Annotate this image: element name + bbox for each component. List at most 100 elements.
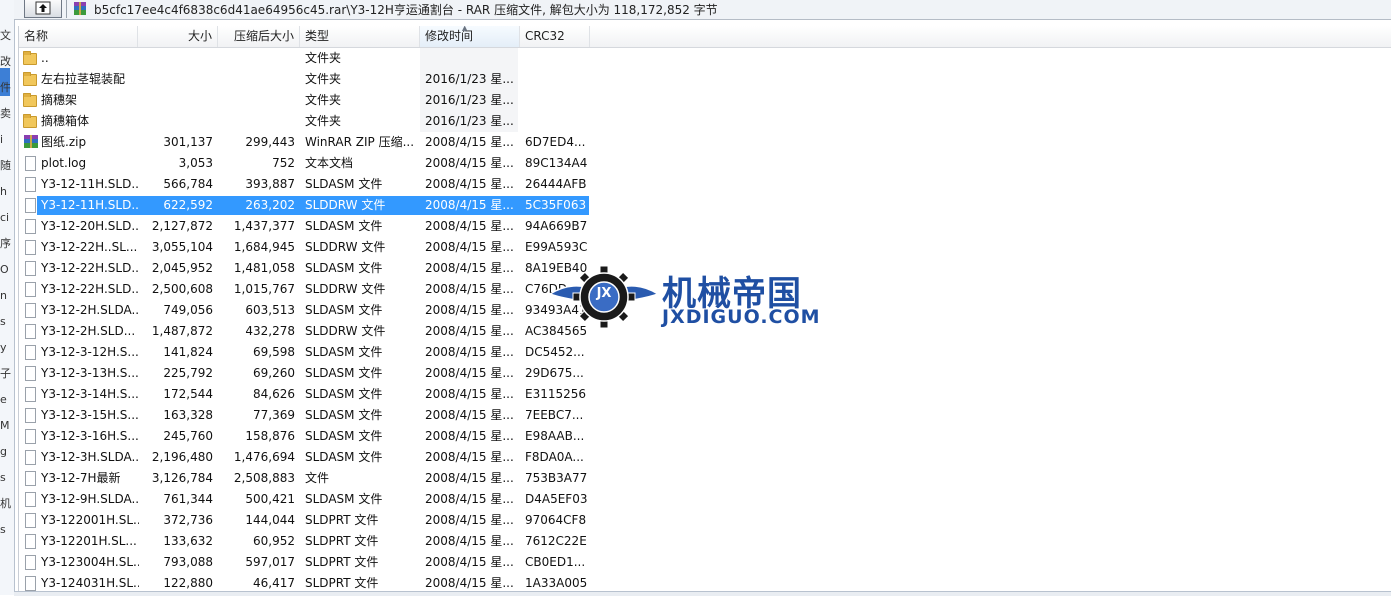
file-size: 749,056 xyxy=(163,303,213,317)
crc32: 26444AFB xyxy=(525,177,587,191)
file-name-cell[interactable]: Y3-122001H.SL... xyxy=(23,510,139,531)
file-row[interactable]: Y3-12-3-14H.S... 172,544 84,626 SLDASM 文件 20… xyxy=(19,384,1391,405)
crc32: CB0ED1... xyxy=(525,555,586,569)
file-row[interactable]: Y3-12-3H.SLDA... 2,196,480 1,476,694 SLDASM… xyxy=(19,447,1391,468)
file-type: SLDASM 文件 xyxy=(305,450,383,464)
modified-time: 2008/4/15 星... xyxy=(425,177,514,191)
file-name-cell[interactable]: Y3-123004H.SL... xyxy=(23,552,139,573)
column-header-name[interactable]: 名称 xyxy=(19,26,138,47)
file-type: SLDASM 文件 xyxy=(305,429,383,443)
file-name: Y3-12-3H.SLDA... xyxy=(41,450,139,464)
file-size: 2,500,608 xyxy=(151,282,213,296)
document-icon xyxy=(25,198,36,213)
document-icon xyxy=(25,450,36,465)
file-name-cell[interactable]: Y3-12-3-15H.S... xyxy=(23,405,139,426)
path-bar: b5cfc17ee4c4f6838c6d41ae64956c45.rar\Y3-… xyxy=(14,0,1391,20)
folder-row[interactable]: 左右拉茎辊装配 文件夹 2016/1/23 星... xyxy=(19,69,1391,90)
column-header-crc32[interactable]: CRC32 xyxy=(520,26,590,47)
crc32 xyxy=(525,111,589,132)
file-row[interactable]: 图纸.zip 301,137 299,443 WinRAR ZIP 压缩... 2008… xyxy=(19,132,1391,153)
file-name-cell[interactable]: Y3-12-7H最新 xyxy=(23,468,139,489)
file-size: 2,127,872 xyxy=(151,219,213,233)
file-name-cell[interactable]: 左右拉茎辊装配 xyxy=(23,69,139,90)
file-row[interactable]: Y3-12-20H.SLD... 2,127,872 1,437,377 SLDASM… xyxy=(19,216,1391,237)
document-icon xyxy=(25,156,36,171)
up-one-level-button[interactable] xyxy=(24,0,62,18)
file-size: 566,784 xyxy=(163,177,213,191)
file-size: 1,487,872 xyxy=(151,324,213,338)
file-type: SLDASM 文件 xyxy=(305,303,383,317)
rar-archive-icon xyxy=(74,2,86,15)
modified-time: 2016/1/23 星... xyxy=(425,93,514,107)
packed-size xyxy=(215,48,295,69)
file-row[interactable]: Y3-122001H.SL... 372,736 144,044 SLDPRT 文件 2… xyxy=(19,510,1391,531)
file-row[interactable]: Y3-12-22H..SL... 3,055,104 1,684,945 SLDDRW… xyxy=(19,237,1391,258)
file-name-cell[interactable]: Y3-12-3H.SLDA... xyxy=(23,447,139,468)
file-name: Y3-12-7H最新 xyxy=(41,471,121,485)
watermark: JX 机械帝国 JXDIGUO.COM xyxy=(548,262,848,334)
crc32: 5C35F063 xyxy=(525,198,587,212)
file-row[interactable]: Y3-123004H.SL... 793,088 597,017 SLDPRT 文件 2… xyxy=(19,552,1391,573)
column-header-modified[interactable]: ▲ 修改时间 xyxy=(420,26,520,47)
file-name: Y3-12-2H.SLDA... xyxy=(41,303,139,317)
document-icon xyxy=(25,261,36,276)
file-name-cell[interactable]: Y3-12-22H.SLD... xyxy=(23,258,139,279)
file-name: Y3-12-3-15H.S... xyxy=(41,408,139,422)
modified-time: 2016/1/23 星... xyxy=(425,114,514,128)
file-row[interactable]: Y3-12-3-12H.S... 141,824 69,598 SLDASM 文件 20… xyxy=(19,342,1391,363)
file-name-cell[interactable]: Y3-12-22H.SLD... xyxy=(23,279,139,300)
file-name-cell[interactable]: Y3-12-3-16H.S... xyxy=(23,426,139,447)
file-name: Y3-12-22H.SLD... xyxy=(41,282,139,296)
file-name-cell[interactable]: Y3-12-3-14H.S... xyxy=(23,384,139,405)
file-type: SLDDRW 文件 xyxy=(305,324,386,338)
file-name-cell[interactable]: Y3-12-22H..SL... xyxy=(23,237,139,258)
folder-row[interactable]: .. 文件夹 xyxy=(19,48,1391,69)
column-header-type[interactable]: 类型 xyxy=(300,26,420,47)
folder-row[interactable]: 摘穗箱体 文件夹 2016/1/23 星... xyxy=(19,111,1391,132)
file-name-cell[interactable]: .. xyxy=(23,48,139,69)
file-type: 文件夹 xyxy=(305,51,342,65)
background-window-glyph: ci xyxy=(0,211,10,224)
folder-row[interactable]: 摘穗架 文件夹 2016/1/23 星... xyxy=(19,90,1391,111)
modified-time: 2008/4/15 星... xyxy=(425,471,514,485)
file-name-cell[interactable]: Y3-12-3-13H.S... xyxy=(23,363,139,384)
file-row[interactable]: Y3-12201H.SL... 133,632 60,952 SLDPRT 文件 200… xyxy=(19,531,1391,552)
file-name-cell[interactable]: Y3-12-3-12H.S... xyxy=(23,342,139,363)
background-window-glyph: M xyxy=(0,419,10,432)
file-row[interactable]: Y3-12-3-15H.S... 163,328 77,369 SLDASM 文件 20… xyxy=(19,405,1391,426)
file-size: 163,328 xyxy=(163,408,213,422)
column-header-packed-size[interactable]: 压缩后大小 xyxy=(218,26,300,47)
file-size: 793,088 xyxy=(163,555,213,569)
modified-time: 2008/4/15 星... xyxy=(425,156,514,170)
file-name: Y3-12-11H.SLD... xyxy=(41,177,139,191)
file-name-cell[interactable]: Y3-12-11H.SLD... xyxy=(23,195,139,216)
packed-size xyxy=(215,90,295,111)
file-name: .. xyxy=(41,51,49,65)
file-name-cell[interactable]: Y3-12-11H.SLD... xyxy=(23,174,139,195)
file-row[interactable]: plot.log 3,053 752 文本文档 2008/4/15 星... 89C134… xyxy=(19,153,1391,174)
file-row[interactable]: Y3-12-7H最新 3,126,784 2,508,883 文件 2008/4/15 … xyxy=(19,468,1391,489)
background-window-glyph: 件 xyxy=(0,81,11,94)
file-name-cell[interactable]: 图纸.zip xyxy=(23,132,139,153)
file-name-cell[interactable]: Y3-12-2H.SLDA... xyxy=(23,300,139,321)
file-name-cell[interactable]: Y3-12-9H.SLDA... xyxy=(23,489,139,510)
file-name-cell[interactable]: plot.log xyxy=(23,153,139,174)
packed-size: 2,508,883 xyxy=(233,471,295,485)
file-row[interactable]: Y3-12-3-16H.S... 245,760 158,876 SLDASM 文件 2… xyxy=(19,426,1391,447)
crc32: 6D7ED4... xyxy=(525,135,586,149)
file-name-cell[interactable]: 摘穗箱体 xyxy=(23,111,139,132)
file-row[interactable]: Y3-12-3-13H.S... 225,792 69,260 SLDASM 文件 20… xyxy=(19,363,1391,384)
file-name-cell[interactable]: Y3-124031H.SL... xyxy=(23,573,139,591)
file-row[interactable]: Y3-124031H.SL... 122,880 46,417 SLDPRT 文件 20… xyxy=(19,573,1391,591)
file-name-cell[interactable]: Y3-12-2H.SLD... xyxy=(23,321,139,342)
crc32: E99A593C xyxy=(525,240,588,254)
file-row[interactable]: Y3-12-11H.SLD... 622,592 263,202 SLDDRW 文件 2… xyxy=(19,195,1391,216)
file-name-cell[interactable]: Y3-12-20H.SLD... xyxy=(23,216,139,237)
file-row[interactable]: Y3-12-11H.SLD... 566,784 393,887 SLDASM 文件 2… xyxy=(19,174,1391,195)
file-name-cell[interactable]: Y3-12201H.SL... xyxy=(23,531,139,552)
file-row[interactable]: Y3-12-9H.SLDA... 761,344 500,421 SLDASM 文件 2… xyxy=(19,489,1391,510)
file-type: SLDASM 文件 xyxy=(305,492,383,506)
modified-time: 2008/4/15 星... xyxy=(425,324,514,338)
file-name-cell[interactable]: 摘穗架 xyxy=(23,90,139,111)
column-header-size[interactable]: 大小 xyxy=(138,26,218,47)
